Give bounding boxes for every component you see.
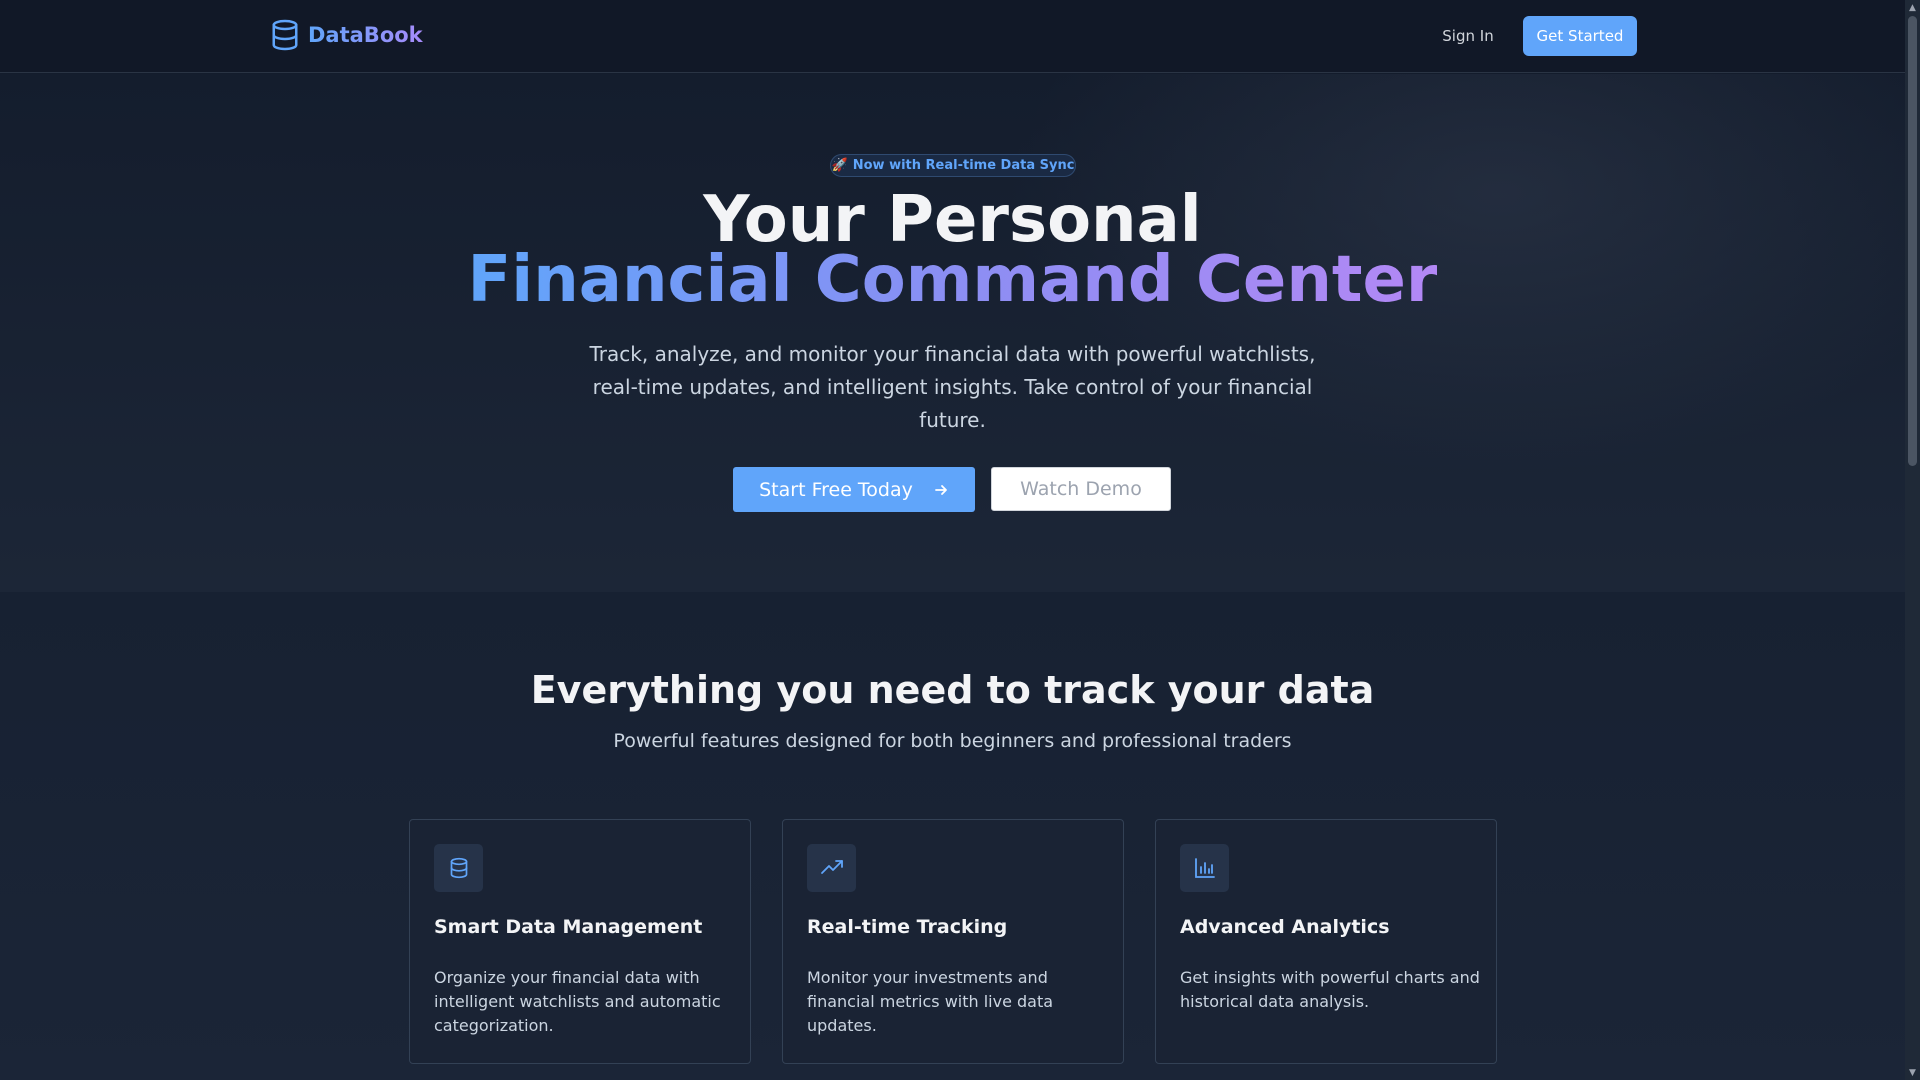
scroll-down-arrow-icon[interactable]: ▼ [1905,1065,1920,1080]
sign-in-link[interactable]: Sign In [1428,16,1508,56]
feature-card: Real-time Tracking Monitor your investme… [782,819,1124,1064]
features-subtitle: Powerful features designed for both begi… [613,730,1292,752]
feature-card-description: Monitor your investments and financial m… [807,968,1054,1035]
start-free-label: Start Free Today [759,478,913,501]
hero-subtitle: Track, analyze, and monitor your financi… [589,342,1316,432]
database-logo-icon [272,19,298,51]
feature-card-title: Advanced Analytics [1180,916,1390,938]
brand-logo[interactable]: DataBook [270,18,423,52]
rocket-icon: 🚀 [831,158,848,173]
features-title: Everything you need to track your data [530,668,1375,712]
scroll-up-arrow-icon[interactable]: ▲ [1905,0,1920,15]
hero-title-gradient-text: Financial Command Center [467,243,1438,317]
arrow-right-icon [934,484,947,495]
badge-text: Now with Real-time Data Sync [852,158,1075,173]
watch-demo-button[interactable]: Watch Demo [991,467,1171,511]
database-icon [434,844,483,892]
landing-page: DataBook Sign In Get Started 🚀 Now with … [0,0,1920,1080]
announcement-badge: 🚀 Now with Real-time Data Sync [830,154,1076,177]
trending-up-icon [807,844,856,892]
feature-card-description: Organize your financial data with intell… [434,968,721,1035]
feature-card-title: Real-time Tracking [807,916,1008,938]
vertical-scrollbar[interactable]: ▲ ▼ [1905,0,1920,1080]
hero-section: 🚀 Now with Real-time Data Sync Your Pers… [0,74,1905,592]
feature-card-title: Smart Data Management [434,916,703,938]
brand-name: DataBook [308,23,423,47]
scrollbar-thumb[interactable] [1908,16,1917,466]
feature-card: Smart Data Management Organize your fina… [409,819,751,1064]
bar-chart-icon [1180,844,1229,892]
hero-title-line2: Financial Command Center [0,248,1905,312]
features-section: Everything you need to track your data P… [0,592,1905,1080]
top-navbar: DataBook Sign In Get Started [0,0,1905,73]
feature-card-description: Get insights with powerful charts and hi… [1180,968,1480,1011]
get-started-button[interactable]: Get Started [1523,16,1637,56]
feature-card: Advanced Analytics Get insights with pow… [1155,819,1497,1064]
start-free-button[interactable]: Start Free Today [733,467,975,512]
